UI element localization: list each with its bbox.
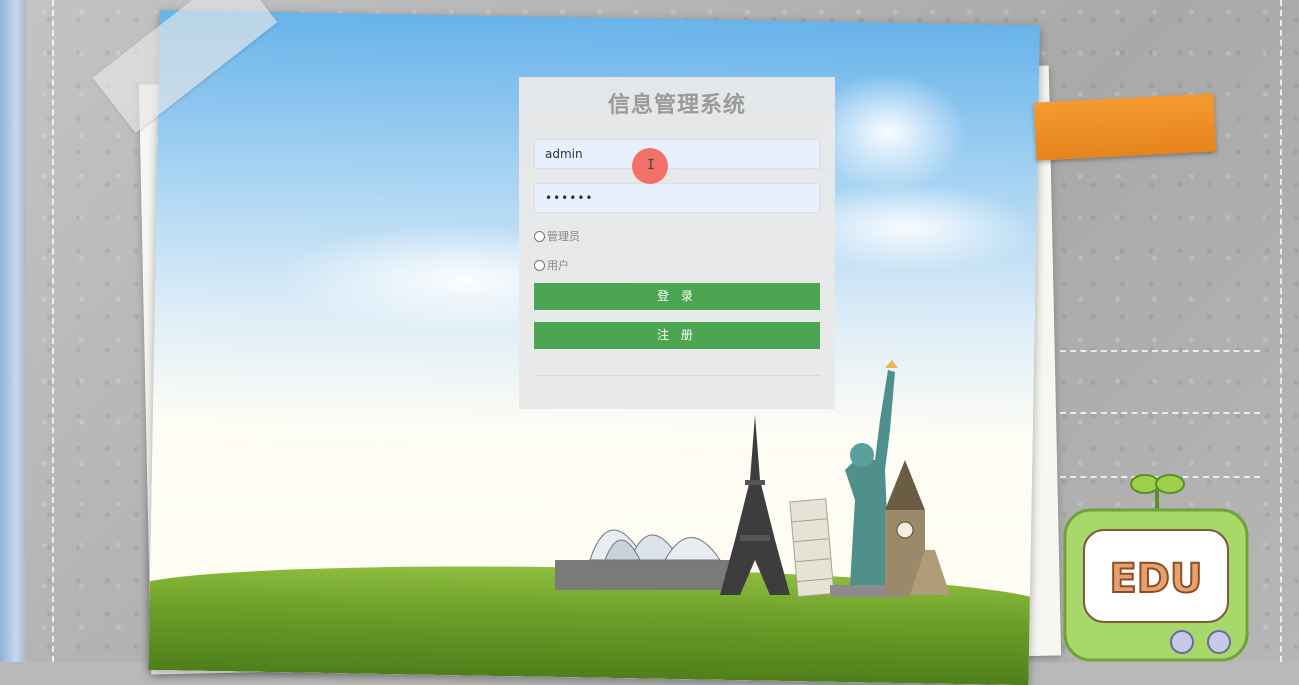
username-input[interactable]	[534, 139, 820, 169]
role-option-user[interactable]: 用户	[534, 257, 569, 273]
eiffel-tower-icon	[720, 415, 790, 595]
knob-icon	[1170, 630, 1194, 654]
big-ben-icon	[885, 460, 950, 595]
register-button[interactable]: 注 册	[534, 322, 820, 349]
role-label-user: 用户	[547, 259, 569, 272]
role-label-admin: 管理员	[547, 230, 580, 243]
stitch-line-h2	[1060, 412, 1260, 414]
login-button[interactable]: 登 录	[534, 283, 820, 310]
radio-circle-icon[interactable]	[534, 230, 545, 242]
stitch-line-h1	[1060, 350, 1260, 352]
role-option-admin[interactable]: 管理员	[534, 228, 580, 244]
pisa-tower-icon	[789, 498, 835, 598]
text-cursor-icon: I	[647, 158, 655, 173]
opera-house-icon	[555, 529, 730, 590]
password-input[interactable]	[534, 183, 820, 213]
system-title: 信息管理系统	[607, 93, 746, 118]
edu-badge: EDU	[1063, 474, 1249, 662]
panel-divider	[534, 375, 820, 376]
knob-icon	[1207, 630, 1231, 654]
sprout-icon	[1130, 474, 1185, 510]
orange-tab	[1033, 93, 1217, 161]
stitch-line-left	[52, 0, 54, 662]
edu-text: EDU	[1109, 556, 1202, 602]
login-panel: 信息管理系统 管理员 用户 登 录 注 册	[519, 77, 835, 409]
radio-circle-icon[interactable]	[534, 259, 545, 271]
stitch-line-right	[1280, 0, 1282, 662]
left-edge-strip	[0, 0, 26, 662]
